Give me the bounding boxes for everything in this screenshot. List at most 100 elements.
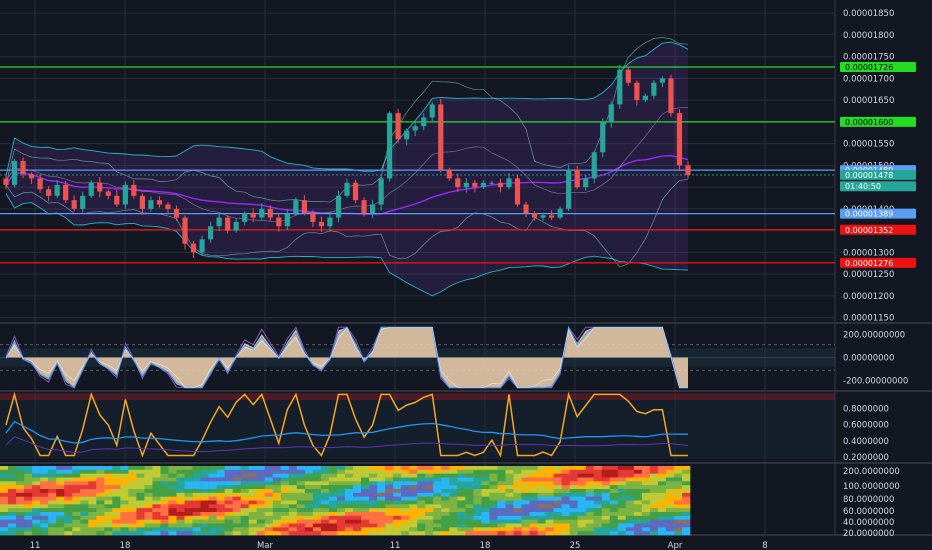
heatmap-cell — [272, 496, 282, 501]
heatmap-cell — [537, 469, 546, 474]
heatmap-cell — [256, 504, 266, 509]
heatmap-cell — [641, 508, 651, 513]
heatmap-cell — [449, 477, 458, 482]
heatmap-cell — [609, 485, 619, 490]
heatmap-cell — [673, 469, 683, 474]
heatmap-cell — [657, 473, 667, 478]
heatmap-cell — [553, 496, 562, 501]
heatmap-cell — [120, 519, 129, 524]
heatmap-cell — [441, 508, 450, 513]
heatmap-cell — [216, 519, 225, 524]
heatmap-cell — [361, 531, 370, 536]
heatmap-cell — [160, 481, 169, 486]
heatmap-cell — [288, 489, 298, 494]
heatmap-cell — [465, 481, 474, 486]
heatmap-cell — [553, 531, 562, 536]
heatmap-cell — [80, 466, 89, 471]
heatmap-cell — [72, 508, 81, 513]
heatmap-cell — [176, 496, 185, 501]
heatmap-cell — [521, 508, 530, 513]
heatmap-cell — [280, 500, 290, 505]
heatmap-cell — [208, 477, 217, 482]
heatmap-cell — [176, 515, 185, 520]
heatmap-cell — [577, 515, 586, 520]
heatmap-cell — [625, 500, 635, 505]
heatmap-cell — [240, 500, 250, 505]
heatmap-cell — [232, 512, 241, 517]
heatmap-cell — [673, 500, 683, 505]
heatmap-cell — [168, 500, 177, 505]
heatmap-cell — [401, 508, 410, 513]
heatmap-cell — [457, 519, 466, 524]
heatmap-cell — [417, 489, 426, 494]
heatmap-cell — [377, 466, 386, 471]
heatmap-cell — [40, 512, 49, 517]
heatmap-cell — [256, 481, 266, 486]
heatmap-cell — [609, 504, 619, 509]
heatmap-cell — [200, 469, 209, 474]
heatmap-cell — [32, 504, 41, 509]
heatmap-cell — [641, 466, 651, 471]
price-tick-label: 0.00001200 — [843, 292, 894, 302]
heatmap-cell — [425, 485, 434, 490]
heatmap-cell — [665, 492, 675, 497]
heatmap-cell — [657, 489, 667, 494]
heatmap-cell — [152, 531, 161, 536]
heatmap-cell — [361, 473, 370, 478]
heatmap-cell — [168, 519, 177, 524]
heatmap-cell — [104, 477, 113, 482]
chart-svg[interactable]: 0.000018500.000018000.000017500.00001700… — [0, 0, 932, 550]
heatmap-cell — [481, 466, 490, 471]
heatmap-cell — [8, 492, 17, 497]
heatmap-cell — [32, 515, 41, 520]
heatmap-cell — [657, 492, 667, 497]
heatmap-cell — [168, 466, 177, 471]
candle-body — [293, 200, 299, 214]
heatmap-cell — [561, 531, 570, 536]
heatmap-cell — [184, 504, 193, 509]
heatmap-cell — [497, 523, 506, 528]
heatmap-cell — [633, 492, 643, 497]
heatmap-cell — [80, 492, 89, 497]
candle-body — [369, 204, 376, 214]
heatmap-cell — [681, 496, 691, 501]
heatmap-cell — [104, 523, 113, 528]
heatmap-cell — [417, 515, 426, 520]
heatmap-cell — [417, 485, 426, 490]
heatmap-cell — [192, 508, 201, 513]
heatmap-cell — [112, 492, 121, 497]
heatmap-cell — [353, 466, 362, 471]
heatmap-cell — [641, 515, 651, 520]
heatmap-cell — [312, 496, 322, 501]
heatmap-cell — [529, 477, 538, 482]
heatmap-cell — [601, 496, 611, 501]
heatmap-cell — [593, 512, 603, 517]
heatmap-cell — [0, 473, 9, 478]
heatmap-cell — [248, 492, 258, 497]
heatmap-cell — [88, 519, 97, 524]
heatmap-cell — [192, 512, 201, 517]
heatmap-cell — [657, 485, 667, 490]
heatmap-cell — [609, 492, 619, 497]
heatmap-cell — [449, 481, 458, 486]
price-tick-label: 0.00001800 — [843, 31, 894, 41]
heatmap-cell — [104, 466, 113, 471]
heatmap-cell — [136, 466, 145, 471]
heatmap-cell — [320, 481, 330, 486]
heatmap-cell — [216, 485, 225, 490]
heatmap-cell — [200, 515, 209, 520]
heatmap-cell — [513, 469, 522, 474]
heatmap-cell — [240, 477, 250, 482]
heatmap-cell — [409, 489, 418, 494]
heatmap-cell — [465, 477, 474, 482]
heatmap-cell — [433, 469, 442, 474]
heatmap-cell — [192, 504, 201, 509]
heatmap-cell — [465, 492, 474, 497]
heatmap-cell — [497, 492, 506, 497]
heatmap-cell — [136, 515, 145, 520]
heatmap-cell — [513, 466, 522, 471]
heatmap-cell — [577, 527, 586, 532]
heatmap-cell — [328, 485, 338, 490]
heatmap-cell — [24, 531, 33, 536]
heatmap-cell — [393, 527, 402, 532]
